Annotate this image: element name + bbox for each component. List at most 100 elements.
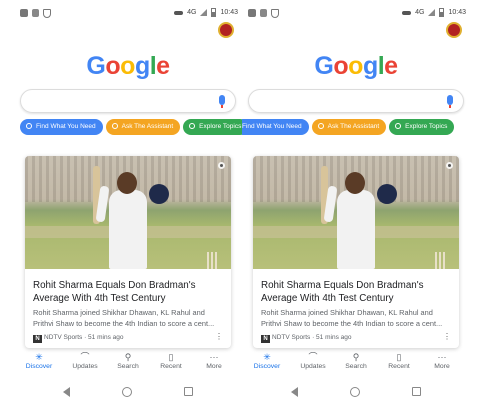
battery-icon — [439, 8, 445, 17]
chip-find-what-you-need[interactable]: Find What You Need — [20, 119, 103, 135]
signal-icon — [428, 9, 436, 16]
bottom-navigation: ✳ Discover ⌒ Updates ⚲ Search ▯ Recent ··· Mo… — [242, 352, 470, 376]
nav-discover[interactable]: ✳ Discover — [18, 352, 60, 370]
phone-screen-left: 4G 10:43 Google Find What You Need Ask Th… — [14, 0, 242, 415]
news-headline[interactable]: Rohit Sharma Equals Don Bradman's Averag… — [33, 279, 223, 305]
logo-letter: e — [156, 52, 170, 80]
more-icon: ··· — [209, 352, 219, 362]
clock: 10:43 — [448, 9, 466, 16]
youtube-notification-icon — [20, 9, 28, 17]
video-indicator-icon — [218, 162, 225, 169]
more-vert-icon[interactable]: ⋮ — [215, 333, 223, 341]
overview-icon[interactable] — [412, 387, 421, 396]
battery-icon — [211, 8, 217, 17]
nav-label: More — [434, 363, 450, 370]
nav-label: Recent — [388, 363, 410, 370]
network-type: 4G — [415, 9, 425, 16]
nav-search[interactable]: ⚲ Search — [335, 352, 377, 370]
account-avatar[interactable] — [446, 22, 462, 38]
chip-icon — [26, 123, 32, 129]
news-headline[interactable]: Rohit Sharma Equals Don Bradman's Averag… — [261, 279, 451, 305]
suggestion-chips: Find What You Need Ask The Assistant Explo… — [20, 119, 242, 135]
nav-more[interactable]: ··· More — [193, 352, 235, 370]
nav-label: Discover — [253, 363, 281, 370]
overview-icon[interactable] — [184, 387, 193, 396]
home-icon[interactable] — [122, 387, 132, 397]
logo-letter: g — [134, 52, 150, 80]
search-input[interactable] — [20, 89, 236, 113]
more-vert-icon[interactable]: ⋮ — [443, 333, 451, 341]
status-bar: 4G 10:43 — [14, 8, 242, 20]
news-card[interactable]: Rohit Sharma Equals Don Bradman's Averag… — [25, 156, 231, 348]
phone-screen-right: 4G 10:43 Google Find What You Need Ask Th… — [242, 0, 470, 415]
chip-label: Ask The Assistant — [121, 123, 174, 130]
search-icon: ⚲ — [124, 352, 132, 362]
google-logo: Google — [14, 52, 242, 81]
logo-letter: g — [362, 52, 378, 80]
system-navigation — [14, 384, 242, 400]
nav-updates[interactable]: ⌒ Updates — [64, 352, 106, 370]
updates-icon: ⌒ — [80, 352, 90, 362]
chip-icon — [317, 123, 324, 129]
logo-letter: o — [120, 52, 135, 80]
clock: 10:43 — [220, 9, 238, 16]
nav-recent[interactable]: ▯ Recent — [378, 352, 420, 370]
nav-label: Recent — [160, 363, 182, 370]
logo-letter: e — [384, 52, 398, 80]
nav-discover[interactable]: ✳ Discover — [246, 352, 288, 370]
youtube-notification-icon — [248, 9, 256, 17]
logo-letter: G — [314, 52, 334, 80]
vpn-key-icon — [402, 10, 412, 15]
chip-label: Find What You Need — [242, 123, 302, 130]
vpn-key-icon — [174, 10, 184, 15]
mic-icon[interactable] — [219, 95, 225, 108]
back-icon[interactable] — [291, 387, 298, 397]
news-photo[interactable] — [25, 156, 231, 269]
news-photo[interactable] — [253, 156, 459, 269]
chip-icon — [189, 123, 196, 129]
search-icon: ⚲ — [352, 352, 360, 362]
ndtv-logo: N — [261, 335, 270, 343]
news-source: N NDTV Sports · 51 mins ago ⋮ — [261, 333, 451, 344]
asterisk-icon: ✳ — [35, 352, 43, 362]
nav-label: Discover — [25, 363, 53, 370]
chip-label: Explore Topics — [405, 123, 448, 130]
chip-explore-topics[interactable]: Explore Topics — [389, 119, 455, 135]
nav-more[interactable]: ··· More — [421, 352, 463, 370]
news-snippet: Rohit Sharma joined Shikhar Dhawan, KL R… — [33, 308, 215, 328]
chip-ask-the-assistant[interactable]: Ask The Assistant — [311, 119, 387, 135]
google-logo: Google — [242, 52, 470, 81]
logo-letter: o — [105, 52, 121, 80]
signal-icon — [200, 9, 208, 16]
home-icon[interactable] — [350, 387, 360, 397]
search-input[interactable] — [248, 89, 464, 113]
chip-find-what-you-need[interactable]: Find What You Need — [242, 119, 309, 135]
video-indicator-icon — [446, 162, 453, 169]
network-type: 4G — [187, 9, 197, 16]
chip-explore-topics[interactable]: Explore Topics — [183, 119, 242, 135]
nav-label: Updates — [300, 363, 326, 370]
updates-icon: ⌒ — [308, 352, 318, 362]
app-notification-icon — [260, 9, 267, 17]
asterisk-icon: ✳ — [263, 352, 271, 362]
system-navigation — [242, 384, 470, 400]
nav-search[interactable]: ⚲ Search — [107, 352, 149, 370]
mic-icon[interactable] — [447, 95, 453, 108]
nav-updates[interactable]: ⌒ Updates — [292, 352, 334, 370]
recent-icon: ▯ — [396, 352, 402, 362]
account-avatar[interactable] — [218, 22, 234, 38]
app-notification-icon — [32, 9, 39, 17]
bottom-navigation: ✳ Discover ⌒ Updates ⚲ Search ▯ Recent ··· Mo… — [14, 352, 242, 376]
chip-ask-the-assistant[interactable]: Ask The Assistant — [105, 119, 181, 135]
source-label: NDTV Sports · 51 mins ago — [272, 334, 352, 341]
nav-label: Search — [345, 363, 367, 370]
nav-label: More — [206, 363, 222, 370]
back-icon[interactable] — [63, 387, 70, 397]
status-bar: 4G 10:43 — [242, 8, 470, 20]
more-icon: ··· — [437, 352, 447, 362]
chip-label: Ask The Assistant — [327, 123, 380, 130]
news-card[interactable]: Rohit Sharma Equals Don Bradman's Averag… — [253, 156, 459, 348]
chip-icon — [395, 123, 402, 129]
ndtv-logo: N — [33, 335, 42, 343]
nav-recent[interactable]: ▯ Recent — [150, 352, 192, 370]
